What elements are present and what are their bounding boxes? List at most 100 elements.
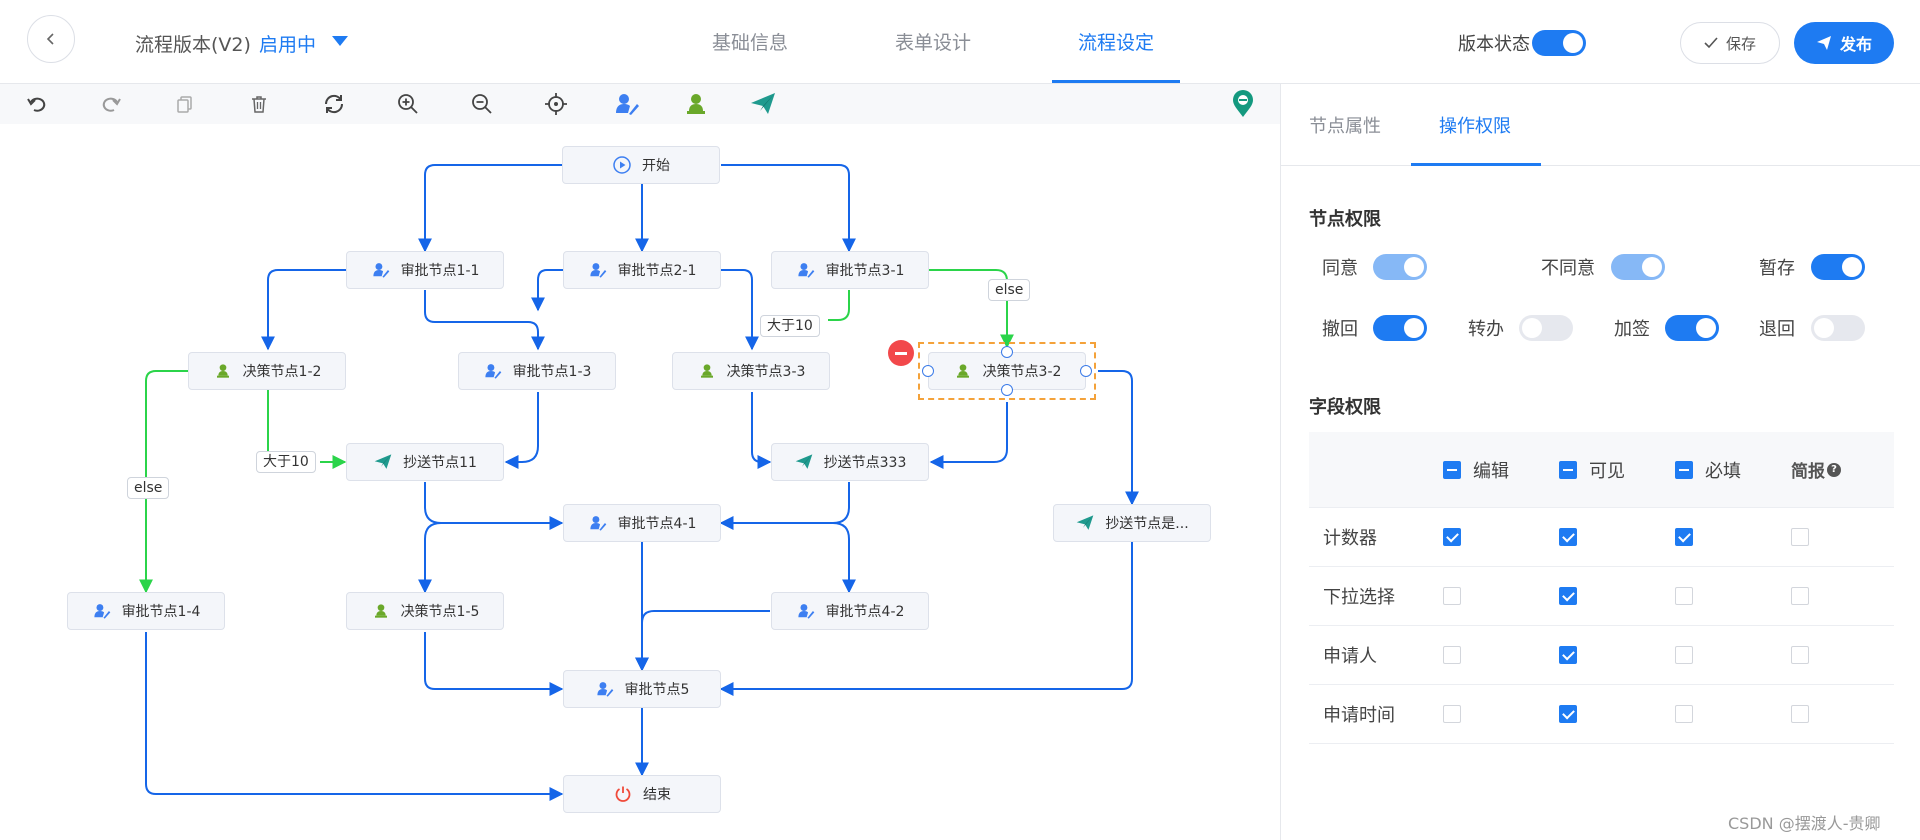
flow-canvas[interactable]: 开始 审批节点1-1 审批节点2-1 审批节点3-1 决策节点1-2 审批节点1… xyxy=(0,124,1280,840)
brief-checkbox[interactable] xyxy=(1791,528,1809,546)
tab-node-properties[interactable]: 节点属性 xyxy=(1309,112,1381,138)
visible-checkbox[interactable] xyxy=(1559,646,1577,664)
required-checkbox[interactable] xyxy=(1675,705,1693,723)
cc-node-icon[interactable] xyxy=(748,89,778,119)
required-checkbox[interactable] xyxy=(1675,646,1693,664)
zoom-in-icon[interactable] xyxy=(393,89,423,119)
required-checkbox[interactable] xyxy=(1675,587,1693,605)
trash-icon[interactable] xyxy=(244,89,274,119)
approver-node-icon[interactable] xyxy=(612,89,642,119)
canvas-toolbar xyxy=(0,84,1280,124)
brief-checkbox[interactable] xyxy=(1791,587,1809,605)
flow-node-approver[interactable]: 审批节点1-4 xyxy=(67,592,225,630)
perm-toggle-agree[interactable] xyxy=(1373,254,1427,280)
tab-basic-info[interactable]: 基础信息 xyxy=(712,28,788,55)
select-all-visible-checkbox[interactable] xyxy=(1559,460,1577,479)
cell-required xyxy=(1675,626,1693,684)
header: 流程版本(V2) 启用中 基础信息 表单设计 流程设定 版本状态 保存 发布 xyxy=(0,0,1920,84)
select-all-edit-checkbox[interactable] xyxy=(1443,460,1461,479)
perm-toggle-add-sign[interactable] xyxy=(1665,315,1719,341)
flow-node-approver[interactable]: 审批节点1-3 xyxy=(458,352,616,390)
connect-handle-bottom[interactable] xyxy=(1001,384,1013,396)
tab-flow-settings[interactable]: 流程设定 xyxy=(1078,28,1154,55)
flow-node-decision[interactable]: 决策节点1-2 xyxy=(188,352,346,390)
edge xyxy=(424,632,564,696)
flow-node-start[interactable]: 开始 xyxy=(562,146,720,184)
locate-icon[interactable] xyxy=(541,89,571,119)
perm-label-return: 退回 xyxy=(1759,319,1795,340)
table-row: 下拉选择 xyxy=(1309,567,1894,626)
version-state-toggle[interactable] xyxy=(1532,30,1586,56)
flow-node-cc[interactable]: 抄送节点11 xyxy=(346,443,504,481)
tab-operation-permissions[interactable]: 操作权限 xyxy=(1439,112,1511,138)
publish-button[interactable]: 发布 xyxy=(1794,22,1894,64)
cell-edit xyxy=(1443,626,1461,684)
delete-node-button[interactable] xyxy=(888,340,914,366)
flow-node-approver[interactable]: 审批节点4-1 xyxy=(563,504,721,542)
edge-label-else[interactable]: else xyxy=(988,279,1031,301)
cell-edit xyxy=(1443,567,1461,625)
approver-icon xyxy=(483,361,503,381)
decision-node-icon[interactable] xyxy=(681,89,711,119)
flow-node-approver[interactable]: 审批节点5 xyxy=(563,670,721,708)
flow-node-approver[interactable]: 审批节点2-1 xyxy=(563,251,721,289)
approver-icon xyxy=(588,513,608,533)
visible-checkbox[interactable] xyxy=(1559,528,1577,546)
refresh-icon[interactable] xyxy=(319,89,349,119)
column-required[interactable]: 必填 xyxy=(1675,432,1741,507)
perm-toggle-return[interactable] xyxy=(1811,315,1865,341)
perm-toggle-withdraw[interactable] xyxy=(1373,315,1427,341)
flow-node-end[interactable]: 结束 xyxy=(563,775,721,813)
brief-checkbox[interactable] xyxy=(1791,646,1809,664)
edge xyxy=(418,522,442,594)
connect-handle-top[interactable] xyxy=(1001,346,1013,358)
decision-icon xyxy=(213,361,233,381)
check-icon xyxy=(1704,37,1718,49)
perm-toggle-save-draft[interactable] xyxy=(1811,254,1865,280)
edge xyxy=(832,522,856,594)
edit-checkbox[interactable] xyxy=(1443,528,1461,546)
back-button[interactable] xyxy=(27,15,75,63)
flow-node-cc[interactable]: 抄送节点333 xyxy=(771,443,929,481)
edge xyxy=(531,269,563,312)
column-edit[interactable]: 编辑 xyxy=(1443,432,1509,507)
column-visible[interactable]: 可见 xyxy=(1559,432,1625,507)
save-button[interactable]: 保存 xyxy=(1680,22,1780,64)
zoom-out-icon[interactable] xyxy=(467,89,497,119)
flow-node-approver[interactable]: 审批节点4-2 xyxy=(771,592,929,630)
edit-checkbox[interactable] xyxy=(1443,587,1461,605)
edge-label-gt10[interactable]: 大于10 xyxy=(760,315,820,337)
approver-icon xyxy=(796,601,816,621)
connect-handle-left[interactable] xyxy=(922,365,934,377)
select-all-required-checkbox[interactable] xyxy=(1675,460,1693,479)
play-circle-icon xyxy=(612,155,632,175)
map-pin-icon[interactable] xyxy=(1228,89,1258,119)
edge-label-gt10[interactable]: 大于10 xyxy=(256,451,316,473)
visible-checkbox[interactable] xyxy=(1559,587,1577,605)
caret-down-icon[interactable] xyxy=(332,36,348,46)
question-icon[interactable]: ? xyxy=(1827,462,1841,477)
required-checkbox[interactable] xyxy=(1675,528,1693,546)
flow-node-cc[interactable]: 抄送节点是... xyxy=(1053,504,1211,542)
edit-checkbox[interactable] xyxy=(1443,646,1461,664)
flow-node-decision[interactable]: 决策节点3-3 xyxy=(672,352,830,390)
perm-toggle-disagree[interactable] xyxy=(1611,254,1665,280)
perm-toggle-transfer[interactable] xyxy=(1519,315,1573,341)
undo-icon[interactable] xyxy=(22,89,52,119)
connect-handle-right[interactable] xyxy=(1080,365,1092,377)
table-header-row: 编辑 可见 必填 简报 ? xyxy=(1309,432,1894,508)
flow-node-decision[interactable]: 决策节点1-5 xyxy=(346,592,504,630)
cell-required xyxy=(1675,508,1693,566)
tab-form-design[interactable]: 表单设计 xyxy=(895,28,971,55)
edge-label-else[interactable]: else xyxy=(127,477,170,499)
perm-label-add-sign: 加签 xyxy=(1614,319,1650,340)
version-status-dropdown[interactable]: 启用中 xyxy=(259,30,316,57)
flow-node-approver[interactable]: 审批节点1-1 xyxy=(346,251,504,289)
edit-checkbox[interactable] xyxy=(1443,705,1461,723)
visible-checkbox[interactable] xyxy=(1559,705,1577,723)
copy-icon[interactable] xyxy=(170,89,200,119)
redo-icon[interactable] xyxy=(96,89,126,119)
brief-checkbox[interactable] xyxy=(1791,705,1809,723)
edge xyxy=(424,290,545,351)
flow-node-approver[interactable]: 审批节点3-1 xyxy=(771,251,929,289)
